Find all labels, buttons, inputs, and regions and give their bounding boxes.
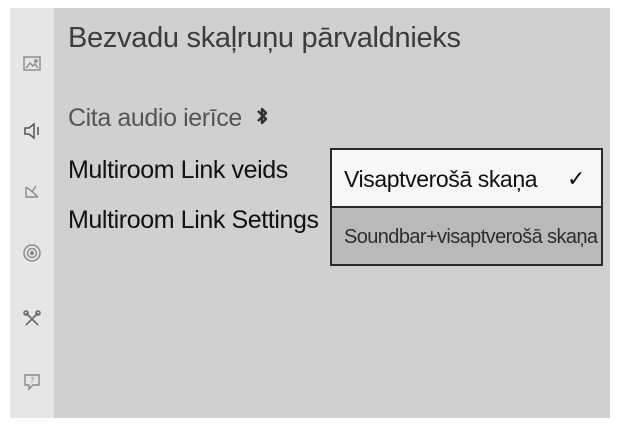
dropdown-option-label: Visaptverošā skaņa [344,166,538,192]
picture-icon[interactable] [20,52,44,76]
menu-item-multiroom-link-settings[interactable]: Multiroom Link Settings [68,206,319,235]
settings-sidebar: ? [10,8,54,418]
bluetooth-icon [257,107,268,125]
page-title: Bezvadu skaļruņu pārvaldnieks [68,22,461,54]
menu-item-label: Multiroom Link veids [68,156,288,184]
checkmark-icon: ✓ [566,166,585,191]
system-icon[interactable] [20,307,44,331]
menu-item-multiroom-link-type[interactable]: Multiroom Link veids [68,156,288,185]
multiroom-link-type-dropdown[interactable]: Visaptverošā skaņa ✓ Soundbar+visaptvero… [330,148,603,266]
dropdown-option-soundbar-surround[interactable]: Soundbar+visaptverošā skaņa [332,208,601,264]
menu-item-other-audio-device[interactable]: Cita audio ierīce [68,104,273,133]
support-icon[interactable]: ? [20,369,44,393]
dropdown-option-surround[interactable]: Visaptverošā skaņa ✓ [332,150,601,208]
tv-settings-screen: ? Bezvadu skaļruņu pārvaldnieks Cita aud… [0,0,618,428]
menu-item-label: Multiroom Link Settings [68,206,319,234]
menu-item-label: Cita audio ierīce [68,104,242,132]
broadcast-icon[interactable] [20,180,44,204]
svg-text:?: ? [30,376,34,385]
sound-icon[interactable] [20,119,44,143]
dropdown-option-label: Soundbar+visaptverošā skaņa [344,226,598,248]
network-icon[interactable] [20,241,44,265]
